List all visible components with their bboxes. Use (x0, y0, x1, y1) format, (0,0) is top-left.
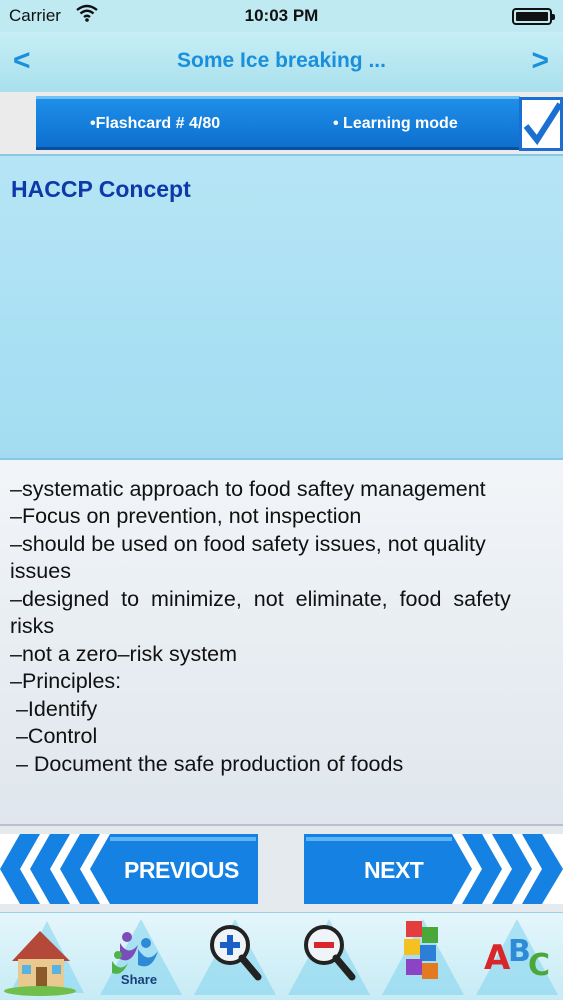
home-tab[interactable] (0, 913, 94, 1000)
previous-label: PREVIOUS (124, 857, 239, 883)
answer-line: issues (10, 559, 71, 583)
answer-line: –Principles: (10, 669, 122, 693)
svg-text:C: C (528, 948, 550, 983)
flashcard-info-bar: •Flashcard # 4/80 • Learning mode (36, 96, 520, 150)
svg-text:A: A (484, 938, 511, 978)
answer-line: –Control (10, 724, 98, 748)
flashcard-front[interactable]: HACCP Concept (0, 154, 563, 460)
abc-icon: A B C (476, 919, 558, 995)
zoom-out-tab[interactable] (282, 913, 376, 1000)
zoom-out-icon (288, 919, 370, 995)
forward-button[interactable]: > (531, 44, 549, 78)
abc-tab[interactable]: A B C (470, 913, 563, 1000)
answer-line: –systematic approach to food saftey mana… (10, 477, 486, 501)
answer-line: –designed to minimize, not eliminate, fo… (10, 587, 511, 611)
navigation-bar: < Some Ice breaking ... > (0, 32, 563, 92)
answer-line: – Document the safe production of foods (10, 752, 404, 776)
page-title: Some Ice breaking ... (177, 49, 386, 72)
flashcard-counter: •Flashcard # 4/80 (90, 115, 221, 132)
bottom-toolbar: Share A B C (0, 912, 563, 1000)
puzzle-icon (382, 919, 464, 995)
answer-line: –not a zero–risk system (10, 642, 238, 666)
next-label: NEXT (364, 857, 424, 883)
next-arrows-icon (304, 834, 563, 904)
answer-line: risks (10, 614, 55, 638)
previous-button[interactable]: PREVIOUS (0, 834, 258, 904)
answer-line: –Focus on prevention, not inspection (10, 504, 362, 528)
status-bar: Carrier 10:03 PM (0, 0, 563, 32)
learning-mode-label: • Learning mode (333, 115, 458, 132)
zoom-in-icon (194, 919, 276, 995)
share-tab[interactable]: Share (94, 913, 188, 1000)
answer-line: –Identify (10, 697, 98, 721)
home-icon (4, 921, 84, 996)
flashcard-title: HACCP Concept (11, 176, 191, 202)
zoom-in-tab[interactable] (188, 913, 282, 1000)
battery-icon (512, 8, 555, 25)
share-label: Share (120, 972, 158, 987)
next-button[interactable]: NEXT (304, 834, 563, 904)
flashcard-back[interactable]: –systematic approach to food saftey mana… (0, 460, 563, 826)
checkbox-checked-icon[interactable] (519, 97, 563, 151)
puzzle-tab[interactable] (376, 913, 470, 1000)
clock: 10:03 PM (244, 6, 319, 25)
answer-line: –should be used on food safety issues, n… (10, 532, 486, 556)
